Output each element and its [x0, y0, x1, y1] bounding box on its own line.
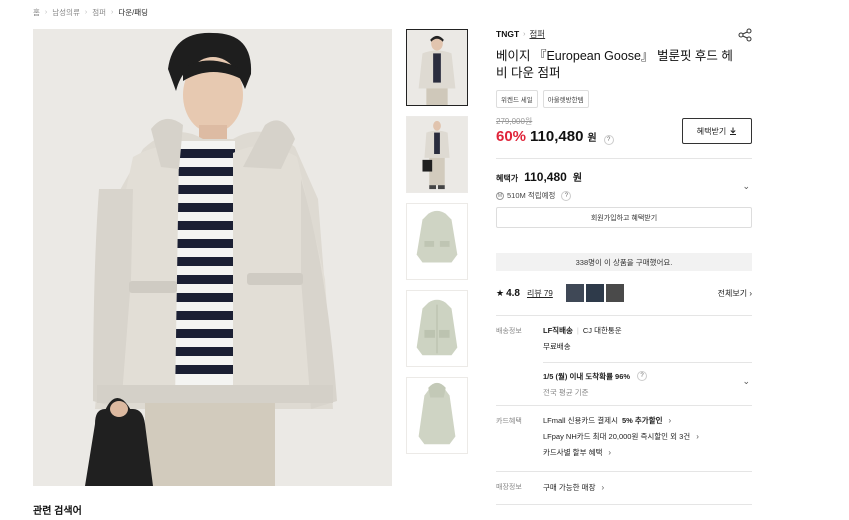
store-link-text: 구매 가능한 매장 — [543, 482, 596, 492]
review-photo[interactable] — [585, 284, 604, 302]
review-row: ★ 4.8 리뷰 79 전체보기 › — [496, 283, 752, 303]
card-line3-text: 카드사별 할부 혜택 — [543, 447, 603, 457]
eta-sub: 전국 평균 기준 — [543, 387, 589, 397]
chevron-right-icon: › — [608, 447, 612, 457]
thumbnail-1[interactable] — [406, 29, 468, 106]
category-link[interactable]: 점퍼 — [529, 28, 545, 40]
chevron-right-icon: › — [668, 415, 672, 425]
eta-text: 1/5 (월) 이내 도착확률 96% — [543, 371, 631, 381]
sale-price: 110,480 — [530, 128, 584, 145]
benefit-price: 110,480 — [524, 170, 567, 184]
thumbnail-2[interactable] — [406, 116, 468, 193]
thumbnail-5[interactable] — [406, 377, 468, 454]
shipping-divider — [543, 362, 752, 363]
breadcrumb: 홈 › 남성의류 › 점퍼 › 다운/패딩 — [33, 7, 148, 18]
thumbnail-list — [406, 29, 468, 464]
chevron-right-icon: › — [696, 431, 699, 441]
breadcrumb-mens-clothing[interactable]: 남성의류 — [52, 7, 80, 18]
shipping-fee: 무료배송 — [543, 341, 571, 351]
store-link[interactable]: 구매 가능한 매장 › — [543, 479, 604, 495]
benefit-currency: 원 — [572, 173, 583, 184]
review-count-link[interactable]: 리뷰 79 — [527, 288, 553, 299]
price-currency: 원 — [587, 133, 597, 144]
breadcrumb-home[interactable]: 홈 — [33, 7, 40, 18]
chevron-down-icon[interactable]: ⌄ — [742, 376, 750, 387]
points-help-icon[interactable]: ? — [561, 190, 572, 201]
model-photo — [33, 29, 392, 486]
breadcrumb-separator: › — [84, 9, 88, 16]
breadcrumb-jumper[interactable]: 점퍼 — [92, 7, 106, 18]
benefit-price-block: 혜택가 110,480 원 M 510M 적립예정 ? ⌄ 회원가입하고 혜택받기 — [496, 158, 752, 228]
member-benefit-button[interactable]: 회원가입하고 혜택받기 — [496, 207, 752, 228]
price-help-icon[interactable]: ? — [603, 135, 614, 145]
thumbnail-fullbody-image — [407, 117, 467, 192]
product-info: TNGT › 점퍼 베이지 『European Goose』 벌룬핏 후드 헤비… — [496, 26, 752, 145]
star-icon: ★ — [496, 287, 505, 298]
shipping-body: LF직배송 | CJ 대한통운 무료배송 — [543, 322, 622, 354]
coupon-button-label: 혜택받기 — [696, 126, 727, 136]
card-benefit-line-2[interactable]: LFpay NH카드 최대 20,000원 즉시할인 외 3건 › — [543, 428, 699, 444]
coupon-button[interactable]: 혜택받기 — [682, 118, 752, 144]
eta-line: 1/5 (월) 이내 도착확률 96% ? — [543, 368, 648, 384]
card-line1-text: LFmall 신용카드 결제시 — [543, 415, 618, 425]
store-body: 구매 가능한 매장 › — [543, 479, 604, 495]
carrier-sub: CJ 대한통운 — [582, 325, 622, 335]
thumbnail-jacket-detail — [407, 291, 467, 366]
points-text: 510M 적립예정 — [507, 191, 556, 200]
store-section: 매장정보 구매 가능한 매장 › — [496, 471, 752, 505]
eta-help-icon[interactable]: ? — [637, 371, 648, 381]
product-title: 베이지 『European Goose』 벌룬핏 후드 헤비 다운 점퍼 — [496, 49, 733, 80]
carrier-separator: | — [576, 325, 579, 335]
tag-weekend-sale[interactable]: 위켄드 세일 — [496, 90, 538, 108]
chevron-down-icon[interactable]: ⌄ — [742, 181, 750, 192]
thumbnail-3[interactable] — [406, 203, 468, 280]
rating-value: 4.8 — [506, 287, 520, 299]
breadcrumb-separator: › — [111, 9, 114, 16]
tag-outlet-winter[interactable]: 아울렛방한템 — [542, 90, 589, 108]
benefit-label: 혜택가 — [496, 174, 519, 183]
shipping-section: 배송정보 LF직배송 | CJ 대한통운 무료배송 1/5 (월) 이내 도착확… — [496, 315, 752, 405]
card-benefit-line-3[interactable]: 카드사별 할부 혜택 › — [543, 444, 699, 460]
card-benefit-section: 카드혜택 LFmall 신용카드 결제시 5% 추가할인 › LFpay NH카… — [496, 405, 752, 471]
points-icon: M — [496, 191, 504, 200]
download-icon — [730, 127, 737, 135]
review-photo[interactable] — [605, 284, 624, 302]
brand-separator: › — [523, 30, 526, 38]
breadcrumb-current[interactable]: 다운/패딩 — [118, 7, 148, 18]
brand-name[interactable]: TNGT — [496, 29, 519, 39]
thumbnail-model-image — [407, 30, 467, 105]
see-all-reviews-link[interactable]: 전체보기 › — [718, 288, 752, 299]
thumbnail-4[interactable] — [406, 290, 468, 367]
review-photo[interactable] — [565, 284, 584, 302]
card-benefit-line-1[interactable]: LFmall 신용카드 결제시 5% 추가할인 › — [543, 412, 699, 428]
card-benefit-label: 카드혜택 — [496, 418, 522, 425]
review-photo-list — [565, 284, 624, 302]
share-icon[interactable] — [738, 28, 752, 42]
main-product-image[interactable] — [33, 29, 392, 486]
card-benefit-body: LFmall 신용카드 결제시 5% 추가할인 › LFpay NH카드 최대 … — [543, 412, 699, 460]
carrier-line: LF직배송 | CJ 대한통운 — [543, 322, 622, 338]
thumbnail-jacket-front — [407, 204, 467, 279]
brand-row: TNGT › 점퍼 — [496, 26, 752, 42]
buyers-banner: 338명이 이 상품을 구매했어요. — [496, 253, 752, 271]
card-line2-text: LFpay NH카드 최대 20,000원 즉시할인 외 3건 — [543, 431, 691, 441]
card-line1-bold: 5% 추가할인 — [621, 415, 663, 425]
shipping-label: 배송정보 — [496, 328, 522, 335]
points-row: M 510M 적립예정 ? — [496, 190, 752, 201]
tag-list: 위켄드 세일 아울렛방한템 — [496, 90, 752, 108]
eta-body: 1/5 (월) 이내 도착확률 96% ? 전국 평균 기준 — [543, 368, 648, 400]
store-label: 매장정보 — [496, 484, 522, 491]
discount-rate: 60% — [496, 128, 527, 145]
breadcrumb-separator: › — [44, 9, 48, 16]
chevron-right-icon: › — [601, 482, 605, 492]
benefit-row: 혜택가 110,480 원 — [496, 169, 752, 184]
related-searches-title: 관련 검색어 — [33, 506, 82, 517]
thumbnail-jacket-back — [407, 378, 467, 453]
carrier-main: LF직배송 — [543, 325, 573, 335]
see-all-label: 전체보기 — [717, 288, 748, 298]
